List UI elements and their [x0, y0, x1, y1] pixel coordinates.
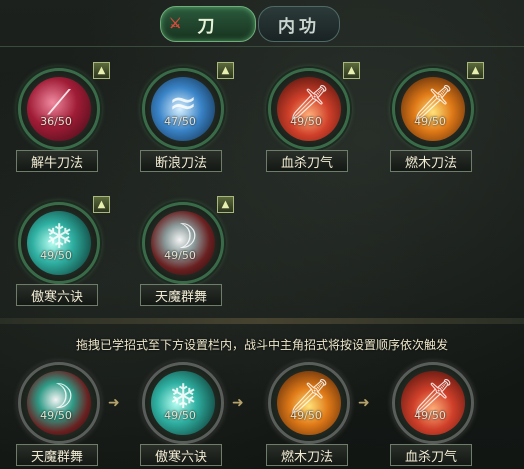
skill-level: 49/50 — [290, 115, 322, 128]
skill-name: 断浪刀法 — [140, 150, 222, 172]
skill-slot[interactable]: ≈ 47/50 断浪刀法 ▲ — [124, 62, 236, 182]
skill-level: 49/50 — [40, 409, 72, 422]
skill-slot[interactable]: ❄ 49/50 傲寒六诀 ▲ — [0, 196, 112, 316]
upgrade-button[interactable]: ▲ — [343, 62, 360, 79]
skill-level: 49/50 — [164, 409, 196, 422]
skill-level: 49/50 — [40, 249, 72, 262]
blood-blade-icon: 🗡 — [277, 77, 341, 141]
sequence-slot[interactable]: ☽ 49/50 天魔群舞 — [0, 356, 112, 469]
skill-name: 傲寒六诀 — [140, 444, 222, 466]
skill-slot[interactable]: 🗡 49/50 燃木刀法 ▲ — [374, 62, 486, 182]
skill-level: 49/50 — [414, 409, 446, 422]
skill-level: 36/50 — [40, 115, 72, 128]
upgrade-button[interactable]: ▲ — [467, 62, 484, 79]
tab-inner-power-label: 内功 — [278, 16, 320, 37]
section-divider — [0, 318, 524, 324]
skill-level: 47/50 — [164, 115, 196, 128]
skill-icon-frame: 🗡 — [392, 362, 474, 444]
blade-slash-icon: ⟋ — [27, 77, 91, 141]
tab-bar: ⚔ 刀 内功 — [0, 0, 524, 46]
skill-level: 49/50 — [290, 409, 322, 422]
skill-name: 血杀刀气 — [390, 444, 472, 466]
arrow-right-icon: ➜ — [108, 395, 120, 411]
sequence-slot[interactable]: 🗡 49/50 血杀刀气 — [374, 356, 486, 469]
arrow-right-icon: ➜ — [232, 395, 244, 411]
skill-icon-frame: ≈ — [142, 68, 224, 150]
tab-blade-label: 刀 — [197, 16, 219, 37]
upgrade-button[interactable]: ▲ — [93, 62, 110, 79]
arrow-right-icon: ➜ — [358, 395, 370, 411]
skill-icon-frame: 🗡 — [268, 362, 350, 444]
skill-name: 天魔群舞 — [140, 284, 222, 306]
skill-name: 燃木刀法 — [390, 150, 472, 172]
frost-blade-icon: ❄ — [27, 211, 91, 275]
skill-name: 燃木刀法 — [266, 444, 348, 466]
blood-blade-icon: 🗡 — [401, 371, 465, 435]
instruction-text: 拖拽已学招式至下方设置栏内，战斗中主角招式将按设置顺序依次触发 — [75, 338, 448, 352]
sequence-slot[interactable]: ❄ 49/50 傲寒六诀 — [124, 356, 236, 469]
sequence-slot[interactable]: 🗡 49/50 燃木刀法 — [250, 356, 362, 469]
skill-name: 傲寒六诀 — [16, 284, 98, 306]
skill-level: 49/50 — [164, 249, 196, 262]
skill-icon-frame: ❄ — [142, 362, 224, 444]
frost-blade-icon: ❄ — [151, 371, 215, 435]
skill-slot[interactable]: ⟋ 36/50 解牛刀法 ▲ — [0, 62, 112, 182]
skill-level: 49/50 — [414, 115, 446, 128]
skill-panel: ⚔ 刀 内功 ⟋ 36/50 解牛刀法 ▲ ≈ 47/50 断浪刀法 ▲ 🗡 4… — [0, 0, 524, 469]
skill-slot[interactable]: 🗡 49/50 血杀刀气 ▲ — [250, 62, 362, 182]
demon-dance-icon: ☽ — [27, 371, 91, 435]
skill-icon-frame: ❄ — [18, 202, 100, 284]
skill-icon-frame: ☽ — [18, 362, 100, 444]
fire-blade-icon: 🗡 — [401, 77, 465, 141]
upgrade-button[interactable]: ▲ — [217, 62, 234, 79]
blade-icon: ⚔ — [169, 16, 186, 32]
skill-icon-frame: ⟋ — [18, 68, 100, 150]
tab-inner-power[interactable]: 内功 — [258, 6, 340, 42]
fire-blade-icon: 🗡 — [277, 371, 341, 435]
skill-icon-frame: 🗡 — [268, 68, 350, 150]
upgrade-button[interactable]: ▲ — [93, 196, 110, 213]
wave-blade-icon: ≈ — [151, 77, 215, 141]
skill-name: 血杀刀气 — [266, 150, 348, 172]
skill-icon-frame: 🗡 — [392, 68, 474, 150]
skill-name: 天魔群舞 — [16, 444, 98, 466]
demon-dance-icon: ☽ — [151, 211, 215, 275]
upgrade-button[interactable]: ▲ — [217, 196, 234, 213]
skill-icon-frame: ☽ — [142, 202, 224, 284]
skill-name: 解牛刀法 — [16, 150, 98, 172]
skill-slot[interactable]: ☽ 49/50 天魔群舞 ▲ — [124, 196, 236, 316]
tab-blade[interactable]: ⚔ 刀 — [160, 6, 256, 42]
